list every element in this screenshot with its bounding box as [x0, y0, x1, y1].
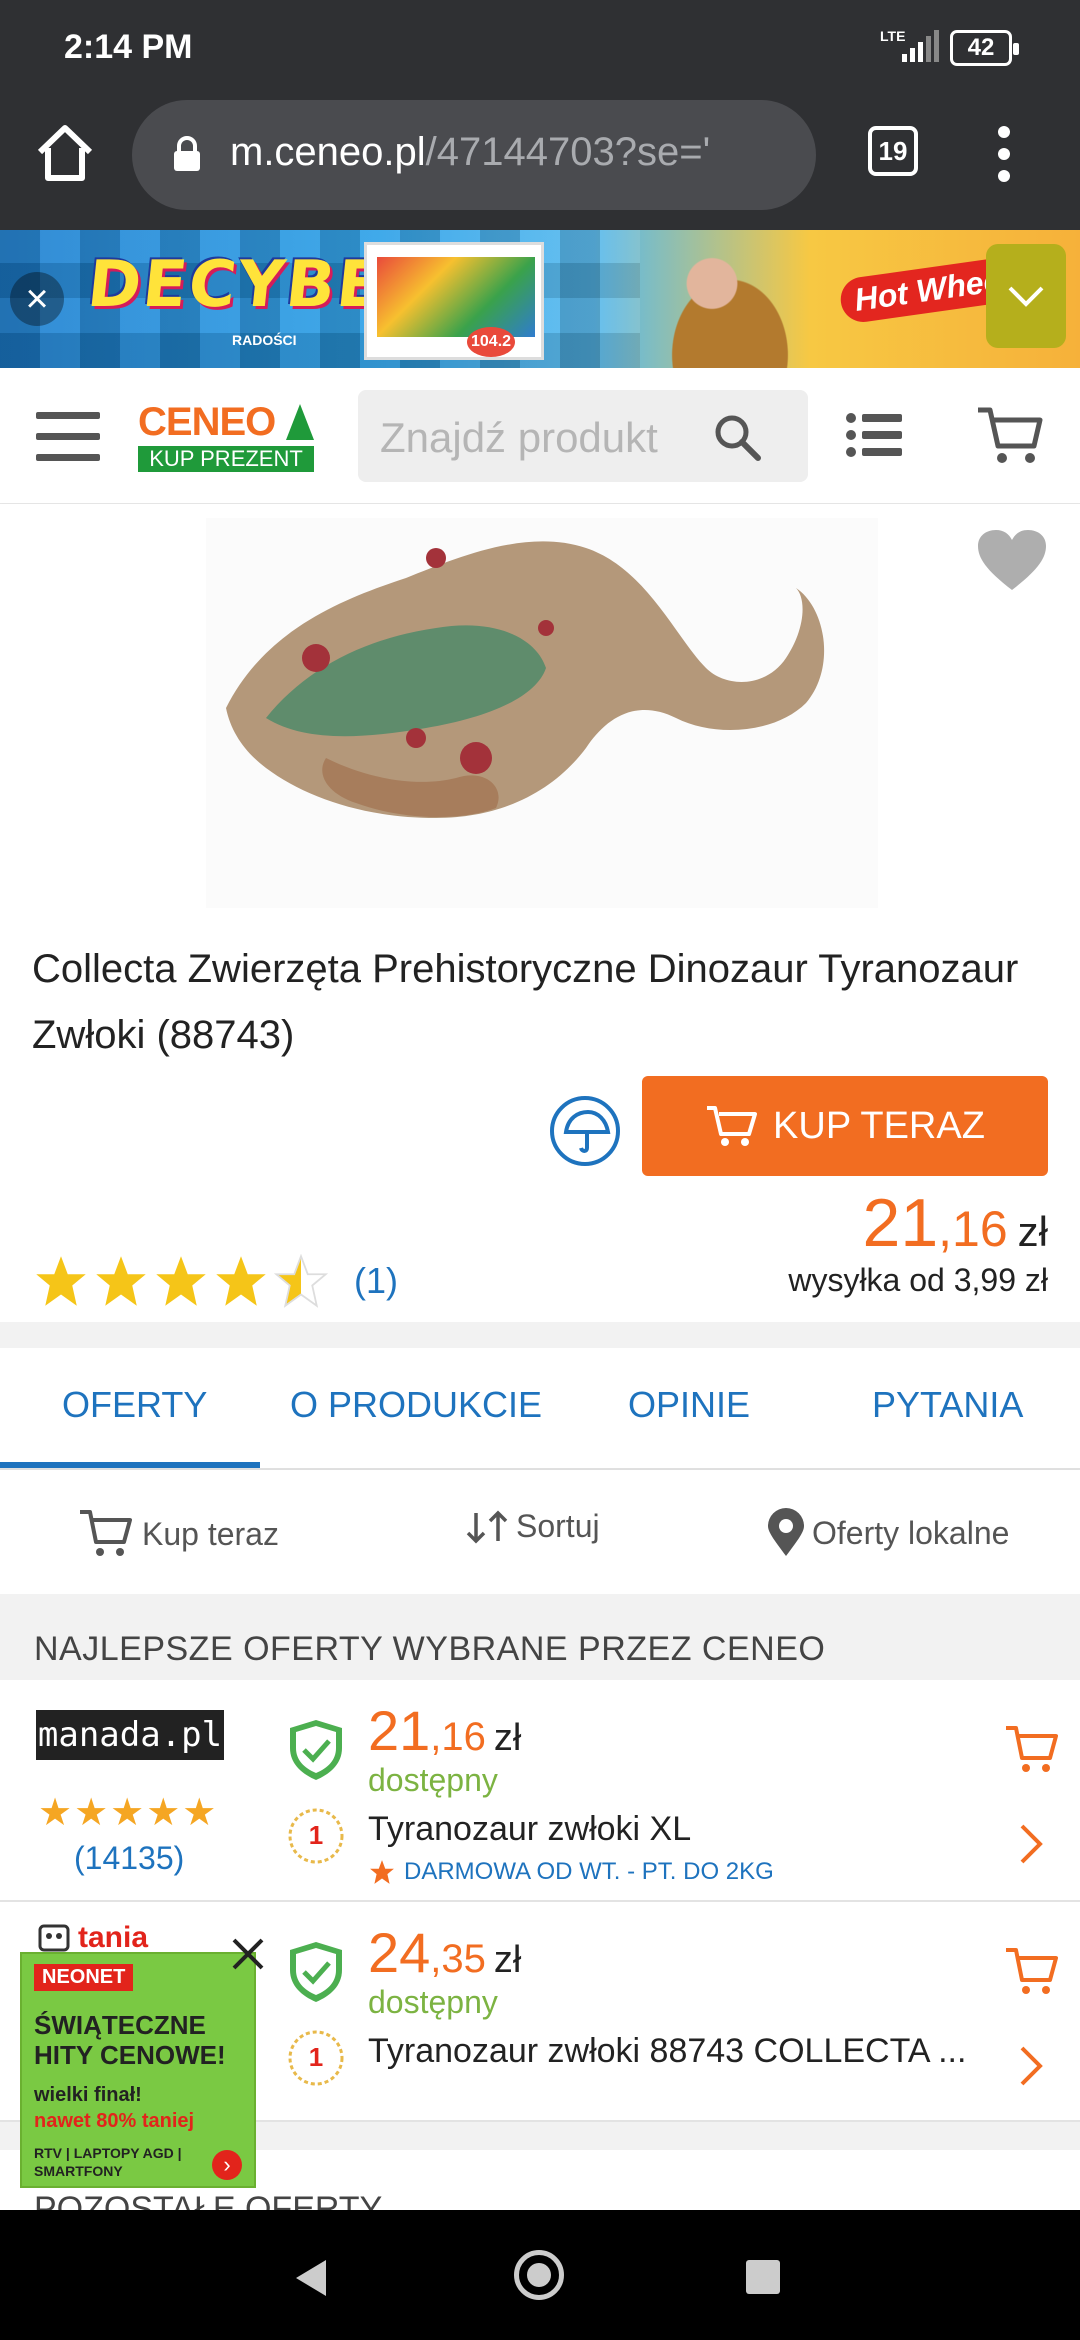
- browser-toolbar: m.ceneo.pl/47144703?se=' 19: [0, 96, 1080, 230]
- chevron-down-icon[interactable]: [986, 244, 1066, 348]
- search-icon[interactable]: [712, 412, 762, 462]
- chevron-right-icon[interactable]: ›: [212, 2150, 242, 2180]
- shipping-info: wysyłka od 3,99 zł: [788, 1262, 1048, 1298]
- shop-logo[interactable]: manada.pl: [36, 1710, 224, 1760]
- sort-icon: [466, 1510, 508, 1543]
- status-bar: 2:14 PM LTE 42: [0, 0, 1080, 96]
- back-icon[interactable]: [296, 2260, 326, 2296]
- add-to-cart-icon[interactable]: [1004, 1724, 1060, 1776]
- shop-logo-icon: [38, 1924, 70, 1952]
- shop-rating-stars: ★★★★★: [38, 1792, 219, 1834]
- cart-icon: [707, 1106, 758, 1146]
- tab-pytania[interactable]: PYTANIA: [872, 1384, 1023, 1426]
- home-icon[interactable]: [30, 118, 100, 188]
- product-image[interactable]: [206, 518, 878, 908]
- offer-delivery: DARMOWA OD WT. - PT. DO 2KG: [368, 1858, 774, 1886]
- tab-oferty[interactable]: OFERTY: [62, 1384, 207, 1426]
- shop-review-count[interactable]: (14135): [74, 1840, 184, 1877]
- signal-icon: [902, 30, 939, 62]
- active-tab-indicator: [0, 1462, 260, 1468]
- svg-text:1: 1: [309, 1820, 323, 1850]
- url-text: m.ceneo.pl/47144703?se=': [230, 130, 711, 174]
- banner-kid-image: [640, 238, 820, 368]
- logo-sub: KUP PREZENT: [138, 446, 314, 472]
- shop-name: tania: [78, 1921, 149, 1954]
- offers-toolbar: Kup teraz Sortuj Oferty lokalne: [0, 1470, 1080, 1594]
- star-icon: [36, 1256, 86, 1306]
- banner-product-image: 104.2: [364, 242, 544, 360]
- more-menu-icon[interactable]: [984, 126, 1024, 182]
- half-star-icon: [274, 1254, 328, 1308]
- offer-name[interactable]: Tyranozaur zwłoki 88743 COLLECTA ...: [368, 2032, 966, 2071]
- offer-name[interactable]: Tyranozaur zwłoki XL: [368, 1810, 691, 1849]
- star-icon: [96, 1256, 146, 1306]
- ceneo-medal-icon: 1: [288, 2030, 344, 2086]
- buy-now-label: KUP TERAZ: [773, 1104, 985, 1147]
- hamburger-menu-icon[interactable]: [36, 412, 100, 462]
- home-circle-icon[interactable]: [514, 2250, 564, 2300]
- tab-o-produkcie[interactable]: O PRODUKCIE: [290, 1384, 542, 1426]
- product-tabs: OFERTY O PRODUKCIE OPINIE PYTANIA: [0, 1348, 1080, 1470]
- chevron-right-icon[interactable]: [1018, 2044, 1046, 2088]
- add-to-cart-icon[interactable]: [1004, 1946, 1060, 1998]
- ceneo-medal-icon: 1: [288, 1808, 344, 1864]
- recent-apps-icon[interactable]: [746, 2260, 780, 2294]
- local-offers-button[interactable]: Oferty lokalne: [766, 1508, 1009, 1558]
- lock-icon: [174, 136, 200, 171]
- chevron-right-icon[interactable]: [1018, 1822, 1046, 1866]
- review-count[interactable]: (1): [354, 1260, 398, 1302]
- address-bar[interactable]: m.ceneo.pl/47144703?se=': [132, 100, 816, 210]
- star-icon: [156, 1256, 206, 1306]
- banner-box-badge: 104.2: [467, 327, 516, 357]
- site-header: CENEO KUP PREZENT Znajdź produkt: [0, 368, 1080, 504]
- star-icon: [216, 1256, 266, 1306]
- product-card: Collecta Zwierzęta Prehistoryczne Dinoza…: [0, 504, 1080, 1322]
- star-icon: [370, 1860, 394, 1884]
- floating-ad[interactable]: NEONET ŚWIĄTECZNE HITY CENOWE! wielki fi…: [20, 1952, 256, 2188]
- logo-word: CENEO: [138, 400, 276, 444]
- ad-line: RTV | LAPTOPY AGD | SMARTFONY: [34, 2145, 182, 2179]
- battery-icon: 42: [950, 30, 1019, 66]
- ad-headline: ŚWIĄTECZNE HITY CENOWE!: [34, 2010, 226, 2070]
- system-nav-bar: [0, 2210, 1080, 2340]
- sort-button[interactable]: Sortuj: [466, 1508, 600, 1545]
- banner-brand-sub: RADOŚCI: [232, 332, 297, 348]
- ad-banner[interactable]: × DECYBELE RADOŚCI 104.2 Hot Wheels: [0, 230, 1080, 368]
- buy-now-filter-button[interactable]: Kup teraz: [78, 1508, 279, 1560]
- ad-badge: NEONET: [34, 1964, 134, 1991]
- offer-row[interactable]: manada.pl ★★★★★ (14135) 1 21,16 zł dostęp…: [0, 1680, 1080, 1902]
- list-icon[interactable]: [846, 412, 902, 458]
- section-divider: [0, 1322, 1080, 1348]
- offer-availability: dostępny: [368, 1762, 498, 1798]
- best-offers-title: NAJLEPSZE OFERTY WYBRANE PRZEZ CENEO: [34, 1630, 826, 1668]
- trusted-shield-icon: [290, 1720, 342, 1780]
- ad-line: wielki finał!: [34, 2084, 142, 2106]
- trusted-shield-icon: [290, 1942, 342, 2002]
- ad-line: nawet 80% taniej: [34, 2110, 195, 2132]
- buy-now-button[interactable]: KUP TERAZ: [642, 1076, 1048, 1176]
- location-pin-icon: [768, 1508, 804, 1556]
- ceneo-logo[interactable]: CENEO KUP PREZENT: [136, 400, 316, 476]
- close-ad-icon[interactable]: [228, 1934, 268, 1974]
- tree-icon: [286, 404, 314, 440]
- product-rating[interactable]: (1): [34, 1254, 398, 1308]
- status-time: 2:14 PM: [64, 28, 193, 66]
- svg-text:1: 1: [309, 2042, 323, 2072]
- battery-level: 42: [967, 34, 995, 61]
- favorite-heart-icon[interactable]: [976, 528, 1048, 594]
- protection-umbrella-icon[interactable]: [550, 1096, 620, 1166]
- search-placeholder: Znajdź produkt: [380, 414, 658, 461]
- cart-filter-icon: [80, 1510, 132, 1556]
- cart-icon[interactable]: [976, 404, 1044, 466]
- product-title: Collecta Zwierzęta Prehistoryczne Dinoza…: [32, 947, 1019, 1057]
- offer-price: 21,16 zł: [368, 1699, 522, 1762]
- offer-availability: dostępny: [368, 1984, 498, 2020]
- product-price: 21,16 zł: [862, 1185, 1049, 1261]
- tab-switcher-button[interactable]: 19: [868, 126, 918, 176]
- offer-price: 24,35 zł: [368, 1921, 522, 1984]
- tab-opinie[interactable]: OPINIE: [628, 1384, 750, 1426]
- close-icon[interactable]: ×: [10, 272, 64, 326]
- search-input[interactable]: Znajdź produkt: [358, 390, 808, 482]
